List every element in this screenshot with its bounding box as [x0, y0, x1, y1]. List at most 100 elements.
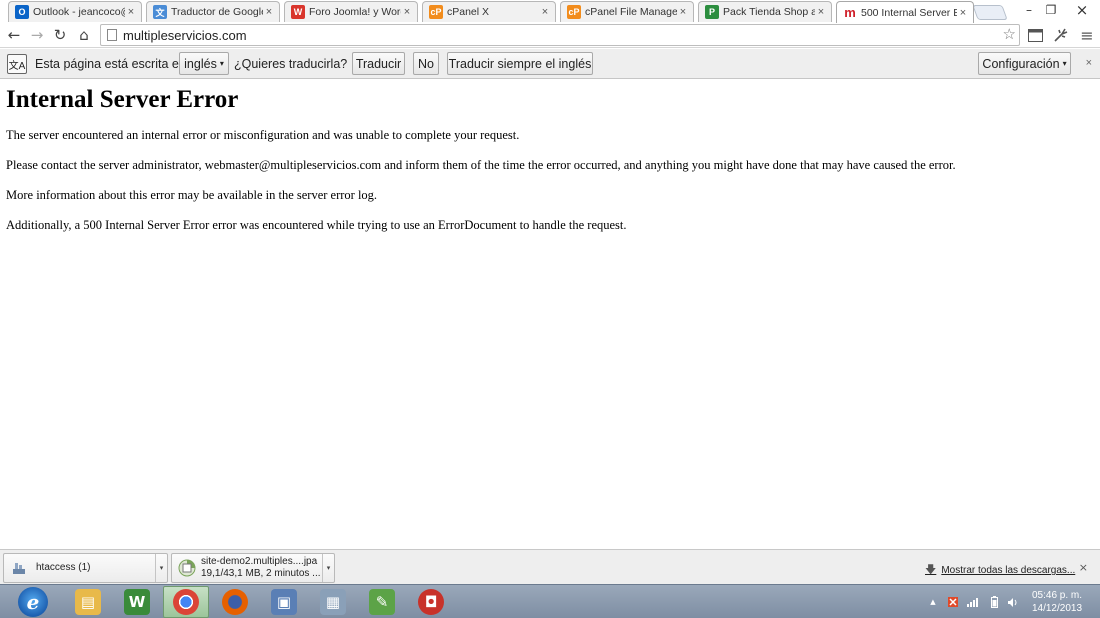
tab-close-icon[interactable]: ×: [263, 6, 275, 18]
close-download-bar-icon[interactable]: ×: [1079, 561, 1088, 574]
download-info: site-demo2.multiples....jpa 19,1/43,1 MB…: [201, 556, 322, 580]
forward-button[interactable]: →: [27, 25, 47, 45]
start-button[interactable]: e: [18, 587, 48, 617]
tab-close-icon[interactable]: ×: [401, 6, 413, 18]
restore-button[interactable]: ❐: [1040, 0, 1062, 20]
network-icon: ▣: [271, 589, 297, 615]
cpanel-icon: cP: [567, 5, 581, 19]
home-button[interactable]: ⌂: [74, 25, 94, 45]
close-infobar-icon[interactable]: ×: [1086, 57, 1092, 69]
show-hidden-icons-button[interactable]: ▲: [928, 595, 938, 609]
security-tray-icon[interactable]: [946, 595, 960, 609]
bookmark-star-icon[interactable]: ☆: [1003, 25, 1016, 43]
outlook-icon: O: [15, 5, 29, 19]
tab-title: Traductor de Google: [171, 6, 263, 18]
tab-google-translate[interactable]: 文 Traductor de Google ×: [146, 1, 280, 22]
tab-title: cPanel X: [447, 6, 490, 18]
tab-close-icon[interactable]: ×: [125, 6, 137, 18]
taskbar-screenshot-app[interactable]: ◘: [408, 586, 454, 618]
chevron-down-icon: ▾: [1062, 59, 1067, 68]
always-translate-button[interactable]: Traducir siempre el inglés: [447, 52, 593, 75]
error-heading: Internal Server Error: [6, 86, 239, 113]
tab-cpanel[interactable]: cP cPanel X ×: [422, 1, 556, 22]
chevron-down-icon[interactable]: ▾: [155, 554, 167, 582]
download-item-htaccess[interactable]: htaccess (1) ▾: [3, 553, 168, 583]
tab-title: cPanel File Manager v: [585, 6, 677, 18]
translate-question-text: ¿Quieres traducirla?: [234, 57, 348, 71]
page-content: Internal Server Error The server encount…: [6, 80, 1094, 248]
window-icon[interactable]: [1025, 25, 1045, 45]
taskbar-file-explorer[interactable]: ▤: [65, 586, 111, 618]
tab-outlook[interactable]: O Outlook - jeancoco@l ×: [8, 1, 142, 22]
show-all-downloads-link[interactable]: 🡇 Mostrar todas las descargas...: [925, 561, 1075, 580]
minimize-button[interactable]: –: [1018, 0, 1040, 20]
show-all-label: Mostrar todas las descargas...: [941, 565, 1076, 576]
foro-icon: W: [291, 5, 305, 19]
translate-icon: 文A: [7, 54, 27, 74]
tab-close-icon[interactable]: ×: [539, 6, 551, 18]
tab-500-error[interactable]: m 500 Internal Server Erro ×: [836, 1, 974, 23]
taskbar-network-app[interactable]: ▣: [261, 586, 307, 618]
address-bar[interactable]: multipleservicios.com ☆: [100, 24, 1020, 46]
tab-title: Foro Joomla! y WordP: [309, 6, 401, 18]
download-name: htaccess (1): [36, 562, 91, 573]
tab-cpanel-file-manager[interactable]: cP cPanel File Manager v ×: [560, 1, 694, 22]
w-app-icon: W: [124, 589, 150, 615]
download-status: 19,1/43,1 MB, 2 minutos ...: [201, 568, 321, 579]
battery-icon[interactable]: [988, 595, 1000, 609]
error-paragraph: More information about this error may be…: [6, 188, 378, 202]
folder-icon: ▤: [75, 589, 101, 615]
taskbar-w-app[interactable]: W: [114, 586, 160, 618]
chevron-down-icon[interactable]: ▾: [322, 554, 334, 582]
taskbar-chrome[interactable]: [163, 586, 209, 618]
no-button[interactable]: No: [413, 52, 439, 75]
system-clock[interactable]: 05:46 p. m. 14/12/2013: [1027, 589, 1087, 615]
google-translate-icon: 文: [153, 5, 167, 19]
taskbar-calculator[interactable]: ▦: [310, 586, 356, 618]
chevron-down-icon: ▾: [219, 59, 224, 68]
tab-close-icon[interactable]: ×: [957, 7, 969, 19]
tab-title: Outlook - jeancoco@l: [33, 6, 125, 18]
pack-tienda-icon: P: [705, 5, 719, 19]
calculator-icon: ▦: [320, 589, 346, 615]
extension-icon[interactable]: [1051, 25, 1071, 45]
tab-close-icon[interactable]: ×: [677, 6, 689, 18]
translate-infobar: 文A Esta página está escrita en inglés ▾ …: [0, 49, 1100, 79]
windows-taskbar: e ▤ W ▣ ▦ ✎ ◘ ▲ 05:46 p. m. 14/12/2013: [0, 584, 1100, 618]
taskbar-notepad-app[interactable]: ✎: [359, 586, 405, 618]
taskbar-firefox[interactable]: [212, 586, 258, 618]
tab-pack-tienda[interactable]: P Pack Tienda Shop and ×: [698, 1, 832, 22]
tab-strip: O Outlook - jeancoco@l × 文 Traductor de …: [0, 0, 1100, 23]
back-button[interactable]: ←: [4, 25, 24, 45]
language-select-value: inglés: [184, 56, 217, 71]
translate-prefix-text: Esta página está escrita en: [35, 57, 186, 71]
language-select[interactable]: inglés ▾: [179, 52, 229, 75]
menu-icon[interactable]: ≡: [1077, 25, 1097, 45]
settings-dropdown[interactable]: Configuración ▾: [978, 52, 1071, 75]
cpanel-icon: cP: [429, 5, 443, 19]
tab-close-icon[interactable]: ×: [815, 6, 827, 18]
download-item-site-demo2[interactable]: site-demo2.multiples....jpa 19,1/43,1 MB…: [171, 553, 335, 583]
reload-button[interactable]: ↻: [50, 25, 70, 45]
settings-label: Configuración: [982, 56, 1060, 71]
clock-time: 05:46 p. m.: [1031, 590, 1083, 601]
download-bar: htaccess (1) ▾ site-demo2.multiples....j…: [0, 549, 1100, 584]
notepad-icon: ✎: [369, 589, 395, 615]
tab-foro-joomla[interactable]: W Foro Joomla! y WordP ×: [284, 1, 418, 22]
clock-date: 14/12/2013: [1031, 603, 1083, 614]
error-paragraph: The server encountered an internal error…: [6, 128, 520, 142]
file-icon: [10, 559, 28, 577]
error-paragraph: Additionally, a 500 Internal Server Erro…: [6, 218, 627, 232]
tab-title: 500 Internal Server Erro: [861, 6, 957, 19]
camera-icon: ◘: [418, 589, 444, 615]
new-tab-button[interactable]: [972, 5, 1008, 20]
translate-button[interactable]: Traducir: [352, 52, 405, 75]
download-progress-icon: [178, 559, 196, 577]
browser-toolbar: ← → ↻ ⌂ multipleservicios.com ☆ ≡: [0, 22, 1100, 48]
address-url: multipleservicios.com: [123, 27, 247, 43]
close-window-button[interactable]: ×: [1068, 0, 1096, 20]
volume-icon[interactable]: [1006, 595, 1018, 609]
signal-icon[interactable]: [966, 595, 980, 609]
download-arrow-icon: 🡇: [925, 564, 937, 576]
chrome-icon: [173, 589, 199, 615]
